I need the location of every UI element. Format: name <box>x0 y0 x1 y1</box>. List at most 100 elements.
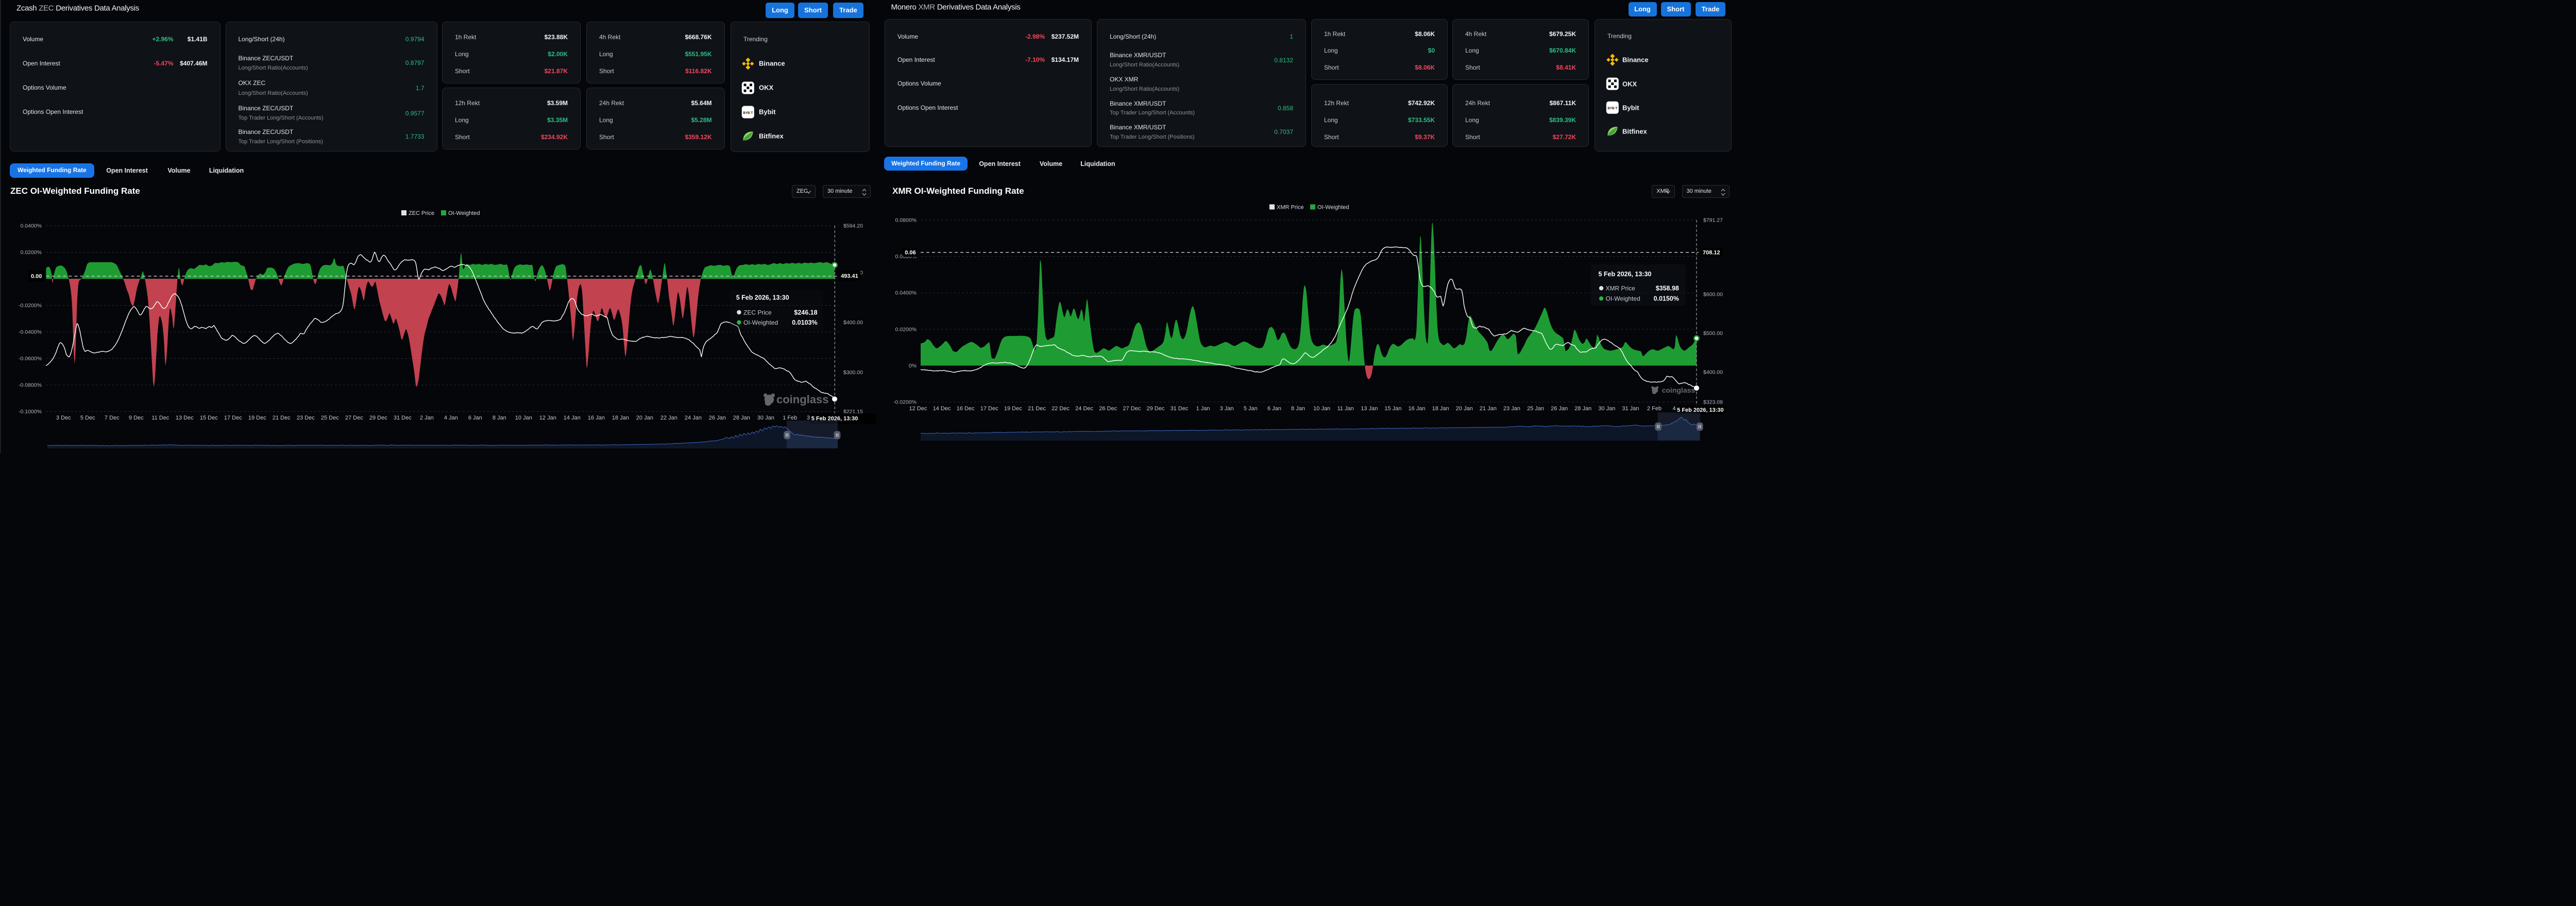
svg-text:14 Dec: 14 Dec <box>933 406 951 412</box>
svg-text:27 Dec: 27 Dec <box>1123 406 1141 412</box>
svg-text:5 Jan: 5 Jan <box>1244 406 1258 412</box>
svg-text:3 Dec: 3 Dec <box>56 415 71 421</box>
svg-text:17 Dec: 17 Dec <box>224 415 242 421</box>
svg-text:15 Jan: 15 Jan <box>1384 406 1401 412</box>
svg-text:25 Dec: 25 Dec <box>321 415 339 421</box>
svg-text:OI-Weighted: OI-Weighted <box>448 210 480 216</box>
svg-text:4: 4 <box>1673 406 1676 412</box>
svg-text:23 Dec: 23 Dec <box>297 415 315 421</box>
svg-text:$594.20: $594.20 <box>843 223 863 229</box>
svg-text:-0.0200%: -0.0200% <box>19 303 42 309</box>
svg-text:30 Jan: 30 Jan <box>1598 406 1615 412</box>
svg-text:18 Jan: 18 Jan <box>1432 406 1449 412</box>
svg-text:9 Dec: 9 Dec <box>129 415 144 421</box>
svg-text:19 Dec: 19 Dec <box>1004 406 1022 412</box>
svg-text:31 Dec: 31 Dec <box>394 415 412 421</box>
svg-text:BYB!T: BYB!T <box>1607 107 1617 110</box>
svg-text:15 Dec: 15 Dec <box>200 415 218 421</box>
svg-text:16 Jan: 16 Jan <box>588 415 605 421</box>
svg-text:$400.00: $400.00 <box>1703 370 1723 376</box>
svg-text:21 Dec: 21 Dec <box>1028 406 1046 412</box>
svg-text:24 Dec: 24 Dec <box>1075 406 1093 412</box>
svg-text:1 Jan: 1 Jan <box>1196 406 1210 412</box>
svg-text:2 Feb: 2 Feb <box>1647 406 1662 412</box>
svg-text:BYB!T: BYB!T <box>743 111 753 114</box>
svg-text:$300.00: $300.00 <box>843 370 863 376</box>
svg-text:OI-Weighted: OI-Weighted <box>1317 205 1349 211</box>
svg-text:26 Dec: 26 Dec <box>1099 406 1117 412</box>
svg-text:10 Jan: 10 Jan <box>515 415 532 421</box>
svg-text:31 Jan: 31 Jan <box>1622 406 1639 412</box>
svg-text:30 Jan: 30 Jan <box>757 415 774 421</box>
svg-text:5 Dec: 5 Dec <box>80 415 95 421</box>
svg-text:27 Dec: 27 Dec <box>345 415 363 421</box>
svg-text:11 Dec: 11 Dec <box>151 415 170 421</box>
svg-text:708.12: 708.12 <box>1703 249 1720 256</box>
svg-text:$791.27: $791.27 <box>1703 217 1723 224</box>
svg-text:5 Feb 2026, 13:30: 5 Feb 2026, 13:30 <box>736 294 789 301</box>
svg-text:0.0800%: 0.0800% <box>895 217 917 224</box>
svg-text:21 Dec: 21 Dec <box>273 415 291 421</box>
svg-text:19 Dec: 19 Dec <box>248 415 266 421</box>
svg-text:-0.0600%: -0.0600% <box>19 356 42 362</box>
svg-text:28 Jan: 28 Jan <box>733 415 750 421</box>
svg-text:$323.08: $323.08 <box>1703 399 1723 406</box>
svg-text:22 Dec: 22 Dec <box>1052 406 1070 412</box>
svg-text:14 Jan: 14 Jan <box>564 415 581 421</box>
svg-text:20 Jan: 20 Jan <box>1456 406 1473 412</box>
svg-text:$500.00: $500.00 <box>1703 330 1723 337</box>
svg-text:23 Jan: 23 Jan <box>1503 406 1520 412</box>
svg-text:0.06: 0.06 <box>905 250 916 256</box>
svg-text:0.0103%: 0.0103% <box>792 319 817 326</box>
svg-text:20 Jan: 20 Jan <box>636 415 653 421</box>
svg-text:0%: 0% <box>909 363 917 369</box>
svg-text:OI-Weighted: OI-Weighted <box>743 319 778 326</box>
svg-text:22 Jan: 22 Jan <box>660 415 677 421</box>
svg-text:0.0400%: 0.0400% <box>895 290 917 296</box>
svg-text:6 Jan: 6 Jan <box>468 415 482 421</box>
svg-text:25 Jan: 25 Jan <box>1527 406 1544 412</box>
svg-text:16 Dec: 16 Dec <box>957 406 975 412</box>
svg-text:$600.00: $600.00 <box>1703 292 1723 298</box>
svg-text:28 Jan: 28 Jan <box>1574 406 1591 412</box>
svg-text:1 Feb: 1 Feb <box>783 415 797 421</box>
svg-text:$400.00: $400.00 <box>843 320 863 326</box>
svg-text:12 Jan: 12 Jan <box>539 415 556 421</box>
svg-text:-0.0400%: -0.0400% <box>19 329 42 335</box>
svg-text:21 Jan: 21 Jan <box>1480 406 1497 412</box>
svg-text:12 Dec: 12 Dec <box>909 406 927 412</box>
svg-text:8 Jan: 8 Jan <box>493 415 506 421</box>
svg-text:0.0150%: 0.0150% <box>1654 295 1679 303</box>
svg-text:-0.0800%: -0.0800% <box>19 382 42 389</box>
svg-text:3: 3 <box>807 415 810 421</box>
svg-text:11 Jan: 11 Jan <box>1337 406 1354 412</box>
svg-text:0.0200%: 0.0200% <box>21 249 42 256</box>
svg-text:coinglass: coinglass <box>776 393 828 406</box>
svg-text:4 Jan: 4 Jan <box>444 415 458 421</box>
svg-text:3 Jan: 3 Jan <box>1220 406 1234 412</box>
svg-text:16 Jan: 16 Jan <box>1408 406 1425 412</box>
svg-text:XMR Price: XMR Price <box>1606 285 1636 292</box>
svg-text:31 Dec: 31 Dec <box>1171 406 1189 412</box>
svg-text:0.00: 0.00 <box>31 274 42 280</box>
svg-text:$246.18: $246.18 <box>794 309 817 316</box>
svg-text:7 Dec: 7 Dec <box>105 415 120 421</box>
svg-text:29 Dec: 29 Dec <box>369 415 387 421</box>
svg-text:8 Jan: 8 Jan <box>1291 406 1305 412</box>
svg-text:24 Jan: 24 Jan <box>685 415 702 421</box>
svg-text:5 Feb 2026, 13:30: 5 Feb 2026, 13:30 <box>1599 271 1652 278</box>
svg-text:18 Jan: 18 Jan <box>612 415 629 421</box>
svg-text:OI-Weighted: OI-Weighted <box>1606 295 1640 303</box>
svg-text:-0.1000%: -0.1000% <box>19 409 42 415</box>
svg-text:XMR Price: XMR Price <box>1277 205 1304 211</box>
svg-text:2 Jan: 2 Jan <box>420 415 434 421</box>
svg-text:26 Jan: 26 Jan <box>709 415 726 421</box>
svg-text:-0.0200%: -0.0200% <box>893 399 917 406</box>
svg-text:26 Jan: 26 Jan <box>1551 406 1568 412</box>
svg-text:6 Jan: 6 Jan <box>1267 406 1281 412</box>
svg-text:10 Jan: 10 Jan <box>1313 406 1330 412</box>
svg-text:ZEC Price: ZEC Price <box>409 210 434 216</box>
svg-text:ZEC Price: ZEC Price <box>743 309 772 316</box>
svg-text:13 Jan: 13 Jan <box>1361 406 1378 412</box>
svg-text:13 Dec: 13 Dec <box>176 415 194 421</box>
